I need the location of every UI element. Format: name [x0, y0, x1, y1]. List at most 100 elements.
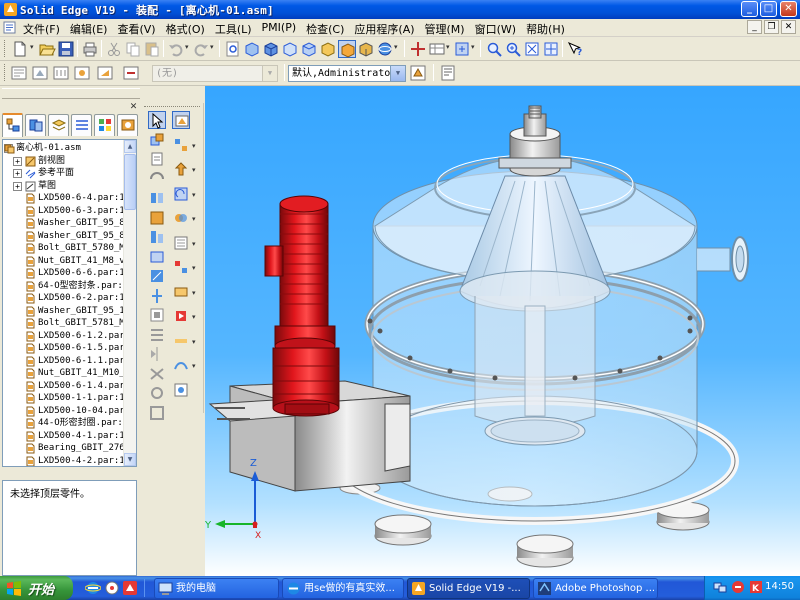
- axial-align-icon[interactable]: [148, 287, 166, 305]
- iso-view-icon[interactable]: [357, 40, 375, 58]
- properties-icon[interactable]: [439, 64, 457, 82]
- insert-icon[interactable]: [148, 306, 166, 324]
- doc-restore-button[interactable]: ❐: [764, 20, 779, 34]
- solid-edge-quicklaunch-icon[interactable]: [122, 580, 138, 596]
- view-front-icon[interactable]: [300, 40, 318, 58]
- angle-icon[interactable]: [148, 267, 166, 285]
- mate-icon[interactable]: [148, 189, 166, 207]
- tree-item-part[interactable]: LXD500-6-2.par:1: [3, 292, 124, 305]
- rotate-part-icon[interactable]: [172, 185, 190, 203]
- command-dropdown-icon[interactable]: ▾: [192, 215, 196, 223]
- select-tool-icon[interactable]: [10, 64, 28, 82]
- scroll-up-icon[interactable]: ▲: [124, 140, 136, 153]
- sphere-icon[interactable]: [376, 40, 394, 58]
- menu-applications[interactable]: 应用程序(A): [349, 20, 419, 38]
- command-dropdown-icon[interactable]: ▾: [192, 313, 196, 321]
- select-arrow-icon[interactable]: [148, 111, 166, 129]
- animation-icon[interactable]: [172, 307, 190, 325]
- zoom-area-icon[interactable]: [485, 40, 503, 58]
- relationship-icon[interactable]: [52, 64, 70, 82]
- menu-tools[interactable]: 工具(L): [210, 20, 257, 38]
- tree-item-part[interactable]: Washer_GBIT_95_8_v: [3, 230, 124, 243]
- network-icon[interactable]: [713, 580, 727, 594]
- part-icon[interactable]: [243, 40, 261, 58]
- connect-icon[interactable]: [148, 248, 166, 266]
- tab-assembly-pathfinder[interactable]: [2, 113, 23, 137]
- undo-icon[interactable]: [167, 40, 185, 58]
- panel-gripper[interactable]: [2, 88, 140, 99]
- find-icon[interactable]: [224, 40, 242, 58]
- tab-layers[interactable]: [48, 114, 69, 136]
- top-spindle[interactable]: [498, 105, 572, 177]
- group-icon[interactable]: [172, 136, 190, 154]
- flash-fit-icon[interactable]: [148, 209, 166, 227]
- sphere-dropdown-icon[interactable]: ▾: [394, 44, 400, 51]
- panel-splitter[interactable]: [2, 469, 137, 478]
- chevron-down-icon[interactable]: ▼: [262, 66, 277, 81]
- red-motor[interactable]: [264, 195, 340, 417]
- tab-parts-library[interactable]: [25, 114, 46, 136]
- close-icon[interactable]: ✕: [128, 102, 139, 113]
- tree-item-part[interactable]: Washer_GBIT_95_8_v: [3, 217, 124, 230]
- tree-item-part[interactable]: LXD500-6-1.4.par:1: [3, 380, 124, 393]
- ie-quicklaunch-icon[interactable]: [85, 580, 101, 596]
- command-dropdown-icon[interactable]: ▾: [192, 338, 196, 346]
- scrollbar-thumb[interactable]: [124, 154, 136, 210]
- antivirus-icon[interactable]: [731, 580, 745, 594]
- task-browser[interactable]: 用se做的有真实效...: [282, 578, 404, 599]
- task-photoshop[interactable]: Adobe Photoshop ...: [533, 578, 658, 599]
- tree-item-part[interactable]: LXD500-6-1.2.par:1: [3, 330, 124, 343]
- tree-item-part[interactable]: LXD500-6-3.par:1: [3, 205, 124, 218]
- tree-item-part[interactable]: 44-O形密封圈.par:1: [3, 417, 124, 430]
- expand-icon[interactable]: +: [13, 169, 22, 178]
- chevron-down-icon[interactable]: ▼: [390, 66, 405, 81]
- move-icon[interactable]: [409, 40, 427, 58]
- outlet-pipe[interactable]: [697, 236, 749, 282]
- tree-item-part[interactable]: Nut_GBIT_41_M10_v7: [3, 367, 124, 380]
- expand-icon[interactable]: +: [13, 181, 22, 191]
- new-icon[interactable]: [11, 40, 29, 58]
- tree-item-part[interactable]: LXD500-6-4.par:1: [3, 192, 124, 205]
- move-part-icon[interactable]: [172, 160, 190, 178]
- command-dropdown-icon[interactable]: ▾: [192, 240, 196, 248]
- toolbar-gripper[interactable]: [4, 64, 7, 81]
- tab-family[interactable]: [94, 114, 115, 136]
- grid-dropdown-icon[interactable]: ▾: [446, 44, 452, 51]
- tab-features[interactable]: [71, 114, 92, 136]
- sketch-icon[interactable]: [281, 40, 299, 58]
- hide-part-icon[interactable]: [73, 64, 91, 82]
- task-my-computer[interactable]: 我的电脑: [154, 578, 279, 599]
- select-tool-icon[interactable]: [172, 111, 190, 129]
- weld-icon[interactable]: [172, 332, 190, 350]
- assemble-icon[interactable]: [31, 64, 49, 82]
- maximize-button[interactable]: □: [760, 1, 777, 17]
- assemble-relation-icon[interactable]: [148, 170, 166, 188]
- fit-icon[interactable]: [523, 40, 541, 58]
- tree-item-part[interactable]: Bolt_GBIT_5781_M10: [3, 317, 124, 330]
- menu-view[interactable]: 查看(V): [112, 20, 160, 38]
- menu-manage[interactable]: 管理(M): [420, 20, 470, 38]
- view-cube-icon[interactable]: [338, 40, 356, 58]
- user-combo[interactable]: 默认,Administrator ▼: [288, 65, 406, 82]
- wire-icon[interactable]: [172, 356, 190, 374]
- menu-file[interactable]: 文件(F): [18, 20, 65, 38]
- menu-window[interactable]: 窗口(W): [470, 20, 521, 38]
- layer-combo[interactable]: (无) ▼: [152, 65, 278, 82]
- redo-dropdown-icon[interactable]: ▾: [210, 44, 216, 51]
- doc-close-button[interactable]: ✕: [781, 20, 796, 34]
- menu-format[interactable]: 格式(O): [161, 20, 210, 38]
- scroll-down-icon[interactable]: ▼: [124, 453, 136, 466]
- tree-item-part[interactable]: Nut_GBIT_41_M8_v7.: [3, 255, 124, 268]
- tree-item-part[interactable]: 64-O型密封条.par:1: [3, 280, 124, 293]
- command-bar-gripper[interactable]: [144, 106, 200, 109]
- align-icon[interactable]: [148, 228, 166, 246]
- grid-icon[interactable]: [428, 40, 446, 58]
- mirror-icon[interactable]: [148, 345, 166, 363]
- task-solid-edge[interactable]: Solid Edge V19 -...: [407, 578, 530, 599]
- tree-item-planes[interactable]: + 参考平面: [3, 167, 124, 180]
- toolbar-gripper[interactable]: [4, 40, 7, 57]
- menu-inspect[interactable]: 检查(C): [301, 20, 349, 38]
- tree-item-part[interactable]: LXD500-6-1.1.par:1: [3, 355, 124, 368]
- view-config-icon[interactable]: [172, 283, 190, 301]
- document-icon[interactable]: [3, 21, 16, 34]
